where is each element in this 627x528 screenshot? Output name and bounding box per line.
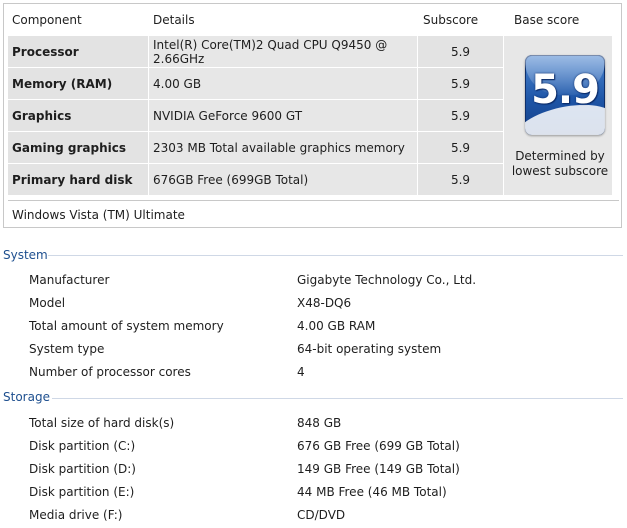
system-value: Gigabyte Technology Co., Ltd. (297, 273, 477, 287)
header-component: Component (12, 13, 82, 27)
component-subscore: 5.9 (418, 132, 503, 163)
storage-value: 848 GB (297, 416, 342, 430)
component-label: Memory (RAM) (8, 68, 148, 99)
component-details: 676GB Free (699GB Total) (149, 164, 417, 195)
component-details: NVIDIA GeForce 9600 GT (149, 100, 417, 131)
system-value: 64-bit operating system (297, 342, 442, 356)
base-score-caption-line1: Determined by (515, 149, 605, 163)
component-subscore: 5.9 (418, 36, 503, 67)
header-subscore: Subscore (423, 13, 479, 27)
storage-label: Disk partition (E:) (29, 485, 135, 499)
system-value: 4 (297, 365, 305, 379)
header-base-score: Base score (514, 13, 580, 27)
system-value: X48-DQ6 (297, 296, 352, 310)
system-row-manufacturer: Manufacturer Gigabyte Technology Co., Lt… (29, 273, 619, 293)
component-subscore: 5.9 (418, 100, 503, 131)
section-divider (52, 398, 623, 399)
system-label: Model (29, 296, 66, 310)
score-table: Component Details Subscore Base score Pr… (3, 3, 622, 228)
storage-label: Disk partition (D:) (29, 462, 136, 476)
system-label: Number of processor cores (29, 365, 191, 379)
storage-label: Total size of hard disk(s) (29, 416, 175, 430)
component-details: 2303 MB Total available graphics memory (149, 132, 417, 163)
section-title-storage: Storage (3, 390, 50, 404)
system-label: System type (29, 342, 105, 356)
system-label: Total amount of system memory (29, 319, 224, 333)
section-divider (48, 255, 623, 256)
system-row-system-type: System type 64-bit operating system (29, 342, 619, 362)
component-label: Gaming graphics (8, 132, 148, 163)
system-row-cores: Number of processor cores 4 (29, 365, 619, 385)
storage-value: 676 GB Free (699 GB Total) (297, 439, 460, 453)
storage-value: 44 MB Free (46 MB Total) (297, 485, 447, 499)
system-row-memory: Total amount of system memory 4.00 GB RA… (29, 319, 619, 339)
storage-row-partition-d: Disk partition (D:) 149 GB Free (149 GB … (29, 462, 619, 482)
system-value: 4.00 GB RAM (297, 319, 376, 333)
component-label: Primary hard disk (8, 164, 148, 195)
component-details: Intel(R) Core(TM)2 Quad CPU Q9450 @ 2.66… (149, 36, 417, 67)
system-label: Manufacturer (29, 273, 110, 287)
base-score-panel: 5.9 Determined by lowest subscore (504, 36, 612, 195)
storage-value: 149 GB Free (149 GB Total) (297, 462, 460, 476)
storage-row-partition-c: Disk partition (C:) 676 GB Free (699 GB … (29, 439, 619, 459)
storage-label: Disk partition (C:) (29, 439, 136, 453)
system-row-model: Model X48-DQ6 (29, 296, 619, 316)
component-label: Graphics (8, 100, 148, 131)
base-score-caption: Determined by lowest subscore (496, 149, 624, 179)
storage-value: CD/DVD (297, 508, 346, 522)
storage-row-total: Total size of hard disk(s) 848 GB (29, 416, 619, 436)
component-details: 4.00 GB (149, 68, 417, 99)
storage-label: Media drive (F:) (29, 508, 123, 522)
storage-row-media-drive: Media drive (F:) CD/DVD (29, 508, 619, 528)
base-score-caption-line2: lowest subscore (511, 164, 609, 178)
section-title-system: System (3, 248, 48, 262)
storage-row-partition-e: Disk partition (E:) 44 MB Free (46 MB To… (29, 485, 619, 505)
header-details: Details (153, 13, 195, 27)
base-score-badge: 5.9 (525, 55, 605, 135)
component-subscore: 5.9 (418, 68, 503, 99)
base-score-value: 5.9 (531, 67, 600, 113)
component-subscore: 5.9 (418, 164, 503, 195)
os-edition: Windows Vista (TM) Ultimate (8, 200, 619, 228)
component-label: Processor (8, 36, 148, 67)
